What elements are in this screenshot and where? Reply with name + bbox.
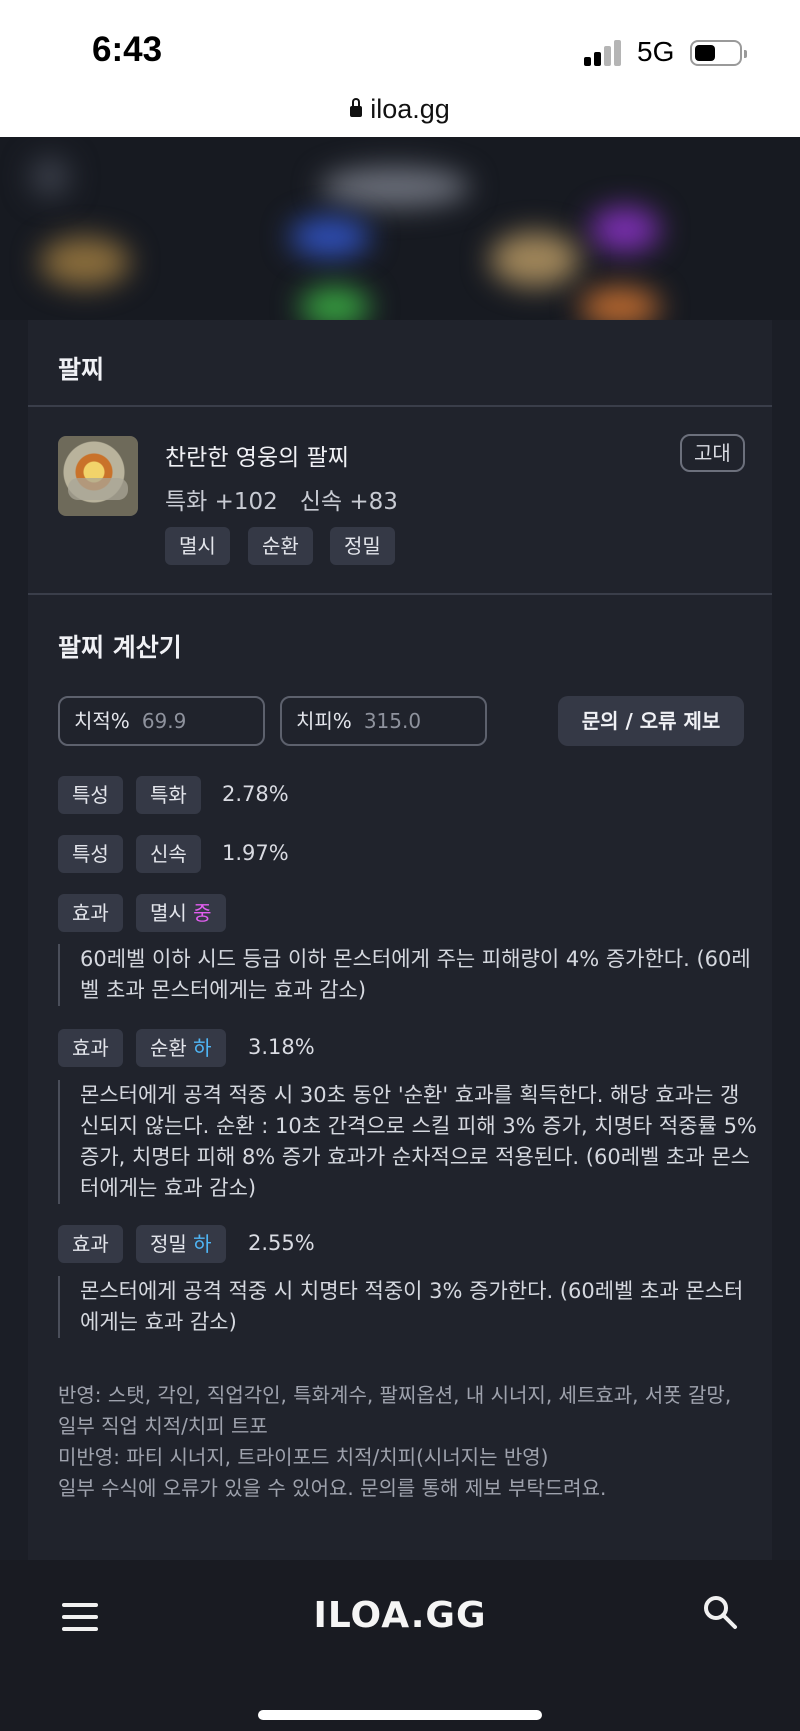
row-type-chip: 효과 [58, 1225, 123, 1263]
item-tag: 순환 [248, 527, 313, 565]
crit-damage-label: 치피% [296, 709, 352, 733]
url-text: iloa.gg [370, 94, 450, 124]
battery-icon [690, 40, 747, 66]
report-button[interactable]: 문의 / 오류 제보 [558, 696, 744, 746]
address-bar[interactable]: iloa.gg [0, 94, 800, 125]
section-title-calculator: 팔찌 계산기 [58, 633, 182, 662]
item-name: 찬란한 영웅의 팔찌 [165, 445, 349, 471]
lock-icon [350, 98, 363, 117]
item-tag: 정밀 [330, 527, 395, 565]
row-type-chip: 효과 [58, 1029, 123, 1067]
section-title-bracelet: 팔찌 [58, 355, 105, 384]
effect-name: 멸시 [150, 901, 187, 925]
row-value: 2.55% [248, 1231, 315, 1255]
network-label: 5G [637, 36, 675, 67]
divider [28, 405, 772, 407]
note-line: 반영: 스탯, 각인, 직업각인, 특화계수, 팔찌옵션, 내 시너지, 세트효… [58, 1383, 732, 1438]
status-time: 6:43 [92, 30, 163, 69]
row-name-chip: 신속 [136, 835, 201, 873]
effect-name: 순환 [150, 1036, 187, 1060]
crit-rate-value: 69.9 [141, 709, 187, 733]
row-name-chip: 특화 [136, 776, 201, 814]
blurred-header [0, 137, 800, 320]
search-icon[interactable] [702, 1594, 738, 1630]
row-value: 2.78% [222, 782, 289, 806]
effect-level: 하 [193, 1232, 212, 1256]
crit-damage-value: 315.0 [363, 709, 422, 733]
status-bar: 6:43 5G iloa.gg [0, 0, 800, 137]
row-name-chip: 정밀 하 [136, 1225, 226, 1263]
note-line: 미반영: 파티 시너지, 트라이포드 치적/치피(시너지는 반영) [58, 1445, 549, 1469]
home-indicator[interactable] [258, 1710, 542, 1720]
note-line: 일부 수식에 오류가 있을 수 있어요. 문의를 통해 제보 부탁드려요. [58, 1476, 607, 1500]
signal-icon [584, 40, 624, 66]
item-stats: 특화 +102 신속 +83 [165, 489, 398, 515]
crit-rate-input[interactable]: 치적% 69.9 [58, 696, 265, 746]
calculator-notes: 반영: 스탯, 각인, 직업각인, 특화계수, 팔찌옵션, 내 시너지, 세트효… [58, 1380, 748, 1504]
effect-description: 몬스터에게 공격 적중 시 치명타 적중이 3% 증가한다. (60레벨 초과 … [58, 1276, 758, 1338]
effect-level: 하 [193, 1036, 212, 1060]
divider [28, 593, 772, 595]
row-type-chip: 특성 [58, 835, 123, 873]
effect-level: 중 [193, 901, 212, 925]
bracelet-item-icon [58, 436, 138, 516]
bracelet-panel: 팔찌 찬란한 영웅의 팔찌 특화 +102 신속 +83 고대 멸시 순환 정밀… [28, 320, 772, 1560]
row-value: 3.18% [248, 1035, 315, 1059]
crit-rate-label: 치적% [74, 709, 130, 733]
bottom-nav: ILOA.GG [0, 1560, 800, 1731]
effect-description: 몬스터에게 공격 적중 시 30초 동안 '순환' 효과를 획득한다. 해당 효… [58, 1080, 758, 1204]
row-type-chip: 특성 [58, 776, 123, 814]
effect-description: 60레벨 이하 시드 등급 이하 몬스터에게 주는 피해량이 4% 증가한다. … [58, 944, 758, 1006]
row-value: 1.97% [222, 841, 289, 865]
item-tag: 멸시 [165, 527, 230, 565]
crit-damage-input[interactable]: 치피% 315.0 [280, 696, 487, 746]
grade-badge: 고대 [680, 434, 745, 472]
row-name-chip: 순환 하 [136, 1029, 226, 1067]
row-type-chip: 효과 [58, 894, 123, 932]
row-name-chip: 멸시 중 [136, 894, 226, 932]
effect-name: 정밀 [150, 1232, 187, 1256]
site-logo[interactable]: ILOA.GG [0, 1595, 800, 1636]
